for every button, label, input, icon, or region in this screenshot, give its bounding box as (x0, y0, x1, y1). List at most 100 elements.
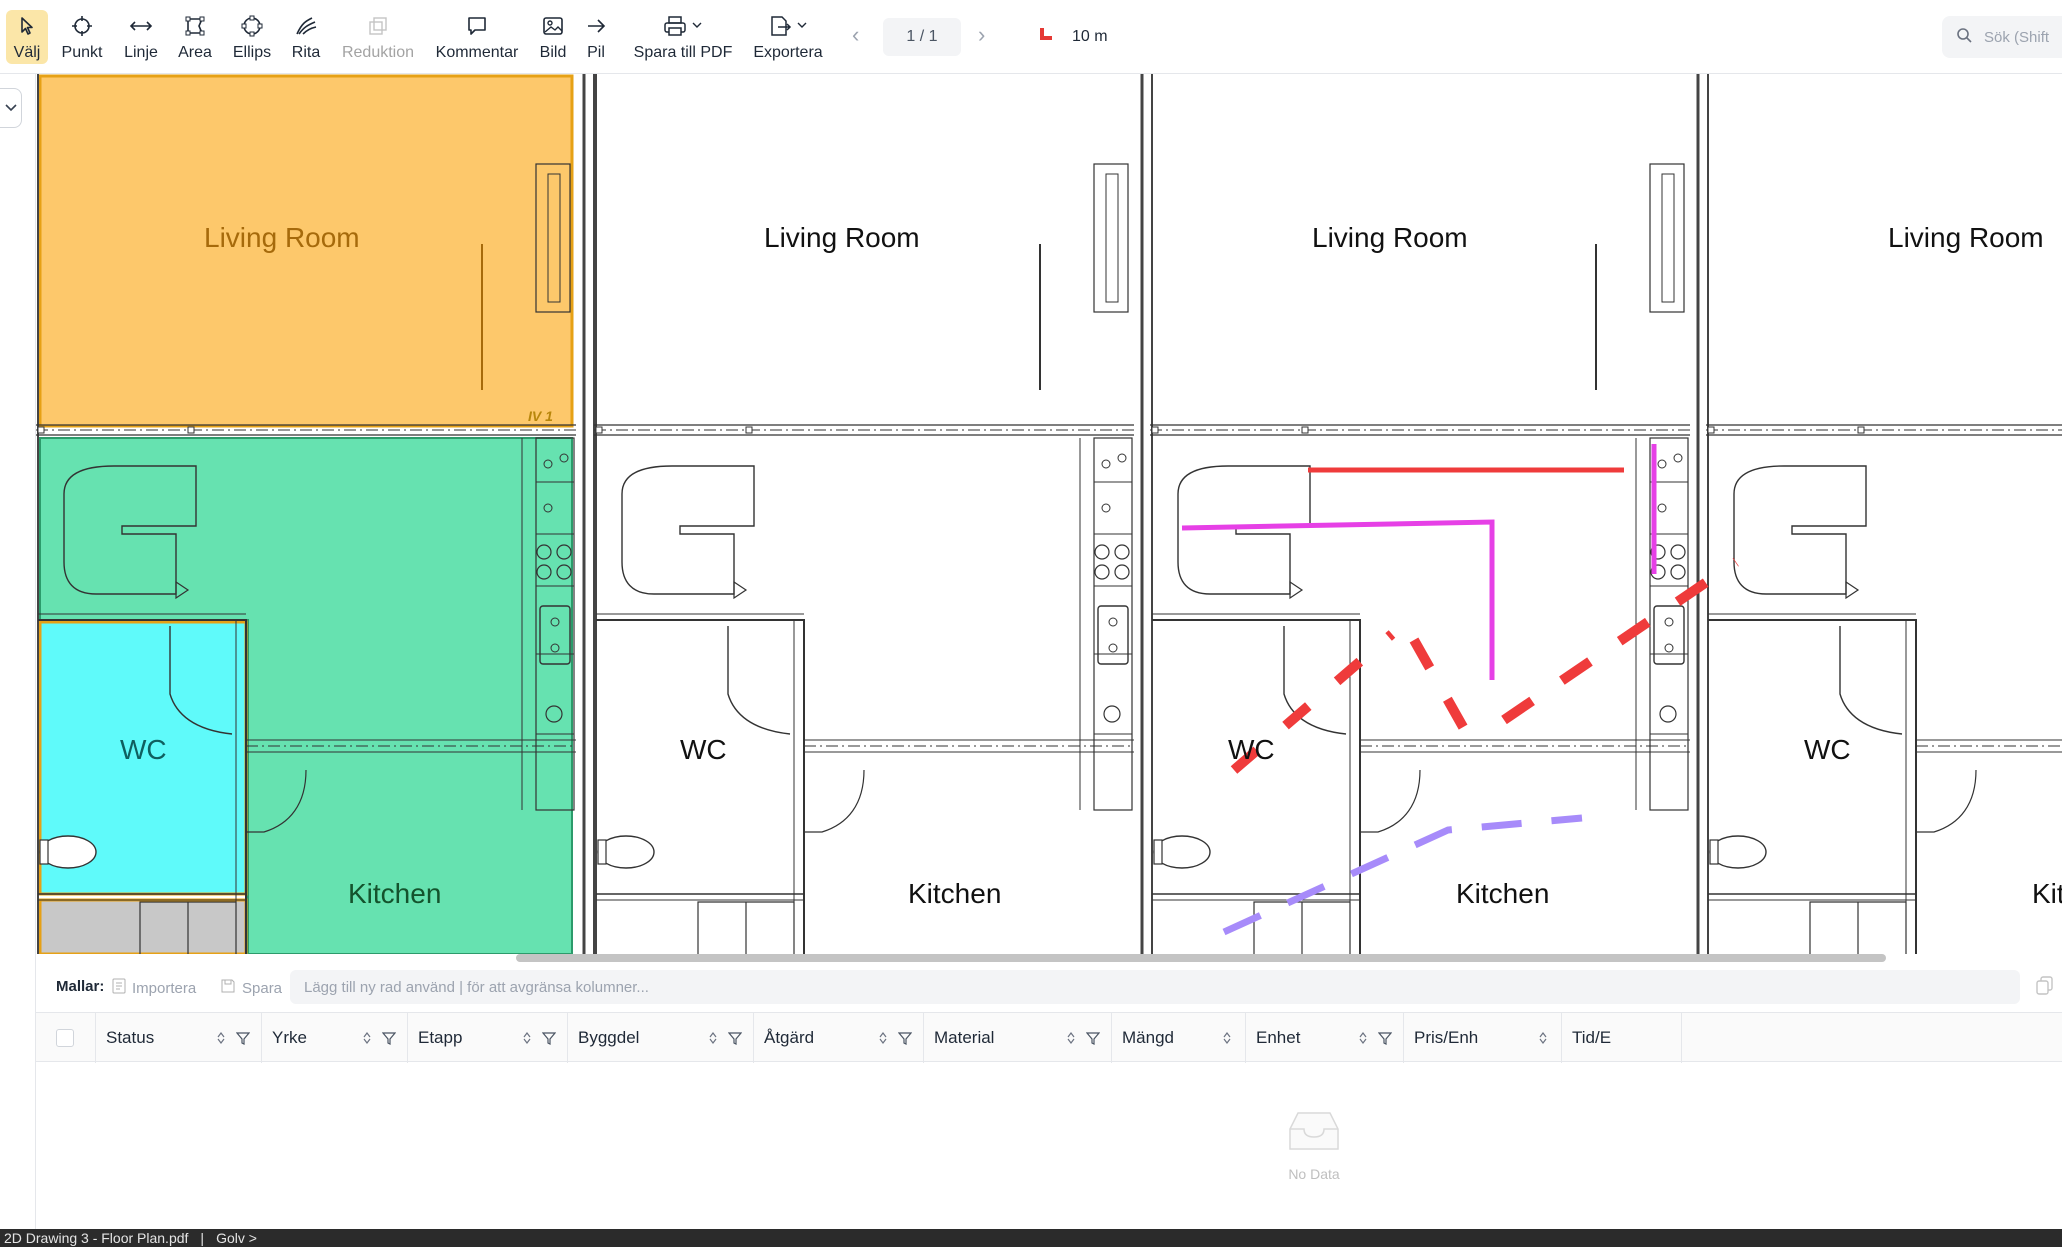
room-label: Kitchen (1456, 878, 1550, 909)
stove-burner (1670, 544, 1686, 560)
copy-icon[interactable] (2036, 976, 2054, 1001)
column-header[interactable]: Tid/E (1562, 1013, 1682, 1063)
tool-export[interactable]: Exportera (750, 10, 826, 64)
filter-icon[interactable] (1085, 1030, 1101, 1050)
column-header[interactable]: Åtgärd (754, 1013, 924, 1063)
column-label: Material (934, 1028, 995, 1047)
plan-line (1707, 426, 1715, 434)
column-header[interactable]: Byggdel (568, 1013, 754, 1063)
sort-icon[interactable] (522, 1030, 532, 1050)
plan-line (1152, 619, 1361, 954)
filter-icon[interactable] (235, 1030, 251, 1050)
sort-icon[interactable] (1358, 1030, 1368, 1050)
next-page-chevron-icon[interactable]: › (978, 22, 985, 48)
sort-icon[interactable] (1538, 1030, 1548, 1050)
room-label: WC (680, 734, 727, 765)
import-button[interactable]: Importera (112, 978, 196, 998)
image-icon (539, 12, 567, 40)
column-header[interactable]: Enhet (1246, 1013, 1404, 1063)
sort-icon[interactable] (362, 1030, 372, 1050)
filter-icon[interactable] (541, 1030, 557, 1050)
tool-point[interactable]: Punkt (58, 10, 106, 64)
tool-ellipse[interactable]: Ellips (228, 10, 276, 64)
tool-label: Exportera (753, 44, 823, 61)
plan-line (1301, 426, 1309, 434)
cursor-icon (13, 12, 41, 40)
column-header[interactable]: Status (96, 1013, 262, 1063)
plan-line (745, 426, 753, 434)
tool-arrow[interactable]: Pil (582, 10, 610, 64)
filter-icon[interactable] (381, 1030, 397, 1050)
plan-line (1709, 839, 1719, 865)
room-label: Living Room (764, 222, 920, 253)
plan-line (1108, 617, 1118, 627)
collapse-toggle[interactable] (0, 88, 22, 128)
sink-fixture (1653, 605, 1685, 665)
level-tag: IV 1 (528, 408, 553, 424)
sort-icon[interactable] (708, 1030, 718, 1050)
floor-plan[interactable] (36, 74, 2062, 954)
room-label: Living Room (1888, 222, 2044, 253)
scale-indicator[interactable]: 10 m (1038, 26, 1108, 47)
column-header[interactable]: Material (924, 1013, 1112, 1063)
column-header[interactable]: Etapp (408, 1013, 568, 1063)
tool-label: Reduktion (341, 44, 415, 61)
plan-line (39, 839, 49, 865)
sort-icon[interactable] (1222, 1030, 1232, 1050)
document-icon (112, 978, 126, 998)
app-window: Välj Punkt Linje Area Ellips Rita Redukt… (0, 0, 2062, 1247)
breadcrumb[interactable]: Golv > (216, 1230, 257, 1246)
plan-line (597, 839, 607, 865)
filter-icon[interactable] (1377, 1030, 1393, 1050)
plan-line (1733, 465, 1867, 595)
search-box[interactable]: Sök (Shift (1942, 16, 2062, 58)
takeoff-panel: Mallar: Importera Spara Status Yrke Etapp B… (36, 962, 2062, 1229)
save-template-button[interactable]: Spara (220, 978, 282, 998)
column-header[interactable]: Pris/Enh (1404, 1013, 1562, 1063)
plan-line (621, 465, 755, 595)
plan-line (1661, 173, 1675, 303)
room-label: WC (120, 734, 167, 765)
column-header[interactable]: Yrke (262, 1013, 408, 1063)
tool-image[interactable]: Bild (536, 10, 570, 64)
select-all-checkbox[interactable] (56, 1029, 74, 1047)
arrow-icon (582, 12, 610, 40)
status-bar: 2D Drawing 3 - Floor Plan.pdf | Golv > (0, 1229, 2062, 1247)
column-label: Byggdel (578, 1028, 640, 1047)
filter-icon[interactable] (727, 1030, 743, 1050)
add-row-input[interactable] (290, 970, 2020, 1004)
tool-label: Spara till PDF (633, 44, 733, 61)
plan-line (1108, 643, 1118, 653)
tool-area[interactable]: Area (174, 10, 216, 64)
room-label: Living Room (204, 222, 360, 253)
column-header[interactable]: Mängd (1112, 1013, 1246, 1063)
plan-line (804, 769, 865, 833)
tool-save-pdf[interactable]: Spara till PDF (628, 10, 738, 64)
tool-draw[interactable]: Rita (286, 10, 326, 64)
horizontal-scrollbar[interactable] (516, 954, 1886, 962)
freehand-icon (292, 12, 320, 40)
stove-burner (1094, 544, 1110, 560)
plan-line (1253, 901, 1351, 954)
tool-comment[interactable]: Kommentar (432, 10, 522, 64)
tool-select[interactable]: Välj (6, 10, 48, 64)
sort-icon[interactable] (878, 1030, 888, 1050)
save-label: Spara (242, 979, 283, 997)
tool-line[interactable]: Linje (118, 10, 164, 64)
drawing-canvas[interactable]: Living Room WC Kitchen Living Room WC Ki… (36, 74, 2062, 954)
sort-icon[interactable] (1066, 1030, 1076, 1050)
column-label: Åtgärd (764, 1028, 815, 1047)
crosshair-icon (68, 12, 96, 40)
table-header: Status Yrke Etapp Byggdel Åtgärd Material Mäng… (36, 1012, 2062, 1063)
prev-page-chevron-icon[interactable]: ‹ (852, 22, 859, 48)
sink-fixture (1097, 605, 1129, 665)
plan-line (697, 901, 795, 954)
filter-icon[interactable] (897, 1030, 913, 1050)
tool-reduction[interactable]: Reduktion (338, 10, 418, 64)
plan-line (37, 426, 45, 434)
tool-label: Välj (13, 44, 41, 61)
stove-burner (1114, 564, 1130, 580)
sort-icon[interactable] (216, 1030, 226, 1050)
storage-area (38, 898, 248, 954)
tool-label: Kommentar (435, 44, 519, 61)
